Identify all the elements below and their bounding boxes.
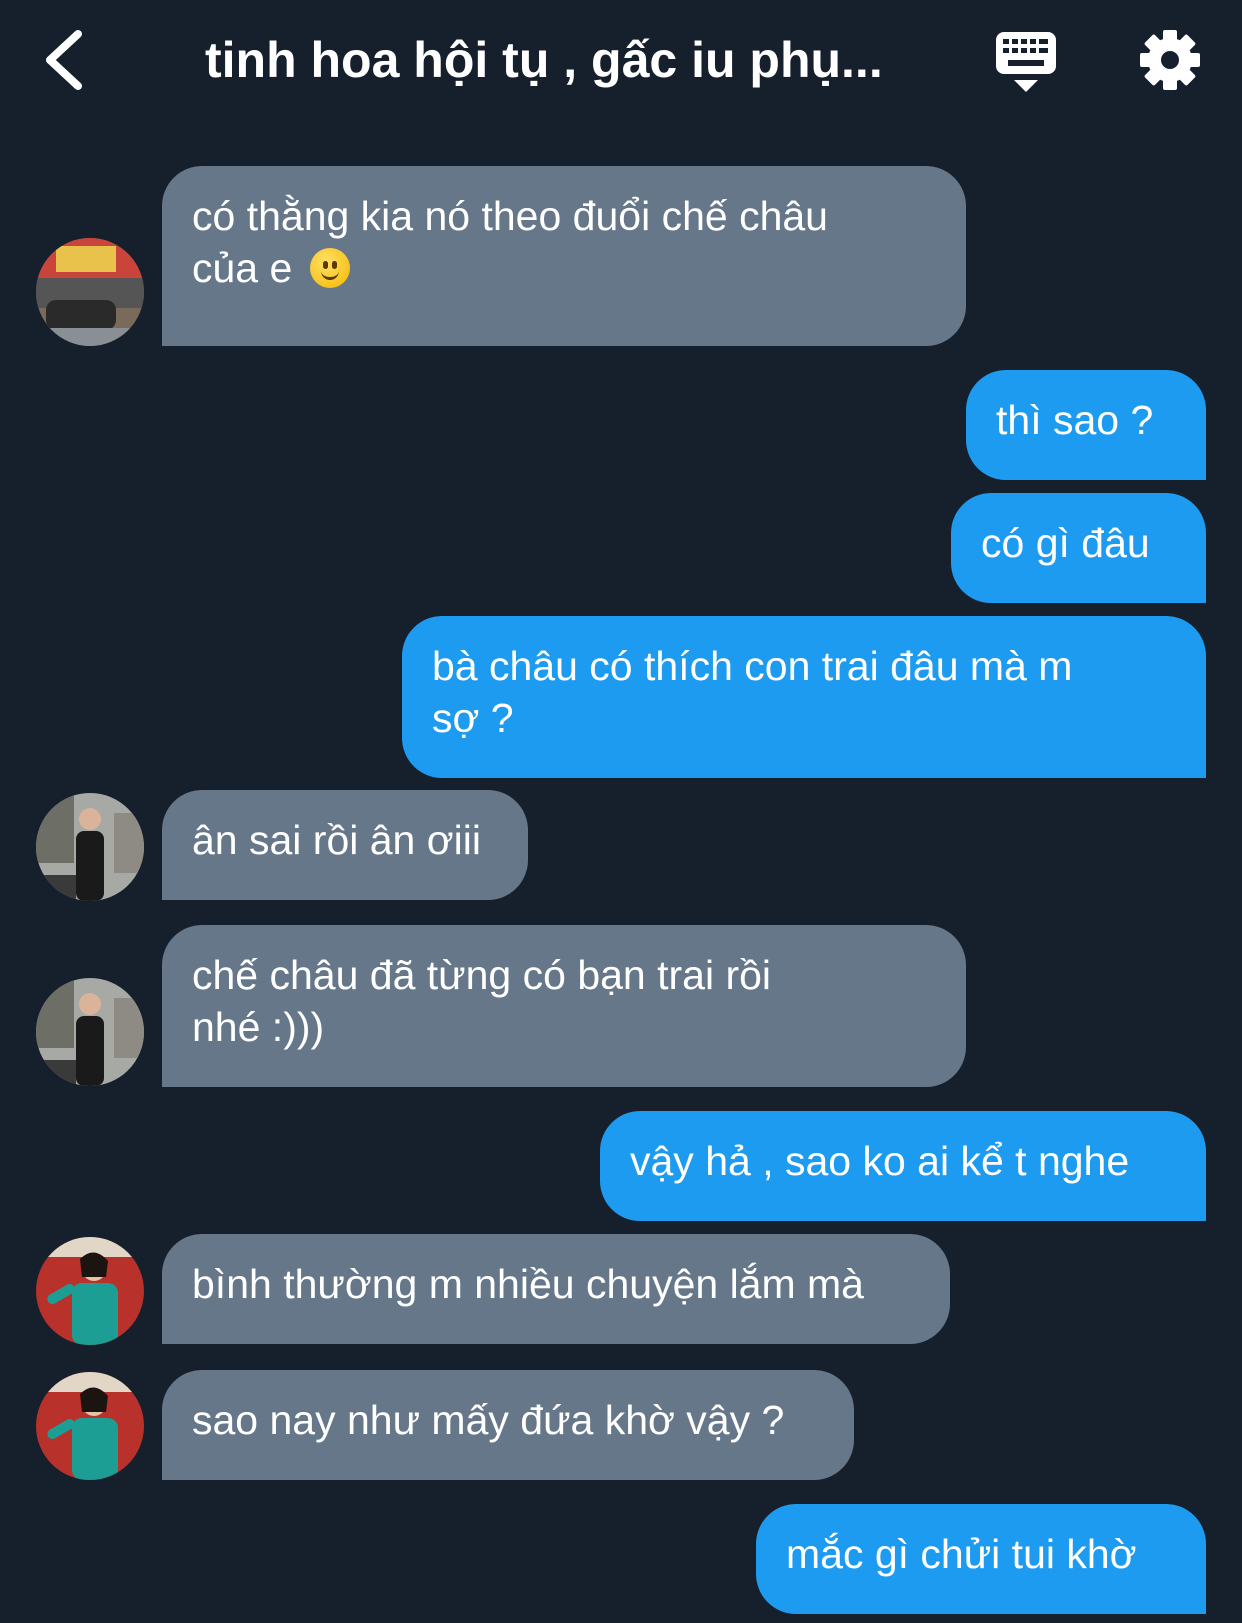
message-text-line: mắc gì chửi tui khờ [786,1531,1137,1577]
message-bubble[interactable]: mắc gì chửi tui khờ [756,1504,1206,1614]
avatar-street-photo [36,238,144,346]
avatar[interactable] [36,1372,144,1480]
keyboard-icon [996,32,1056,92]
message-bubble[interactable]: bà châu có thích con trai đâu mà m sợ ? [402,616,1206,778]
settings-button[interactable] [1138,28,1202,92]
message-bubble[interactable]: bình thường m nhiều chuyện lắm mà [162,1234,950,1344]
message-text-line: bình thường m nhiều chuyện lắm mà [192,1261,864,1307]
message-bubble[interactable]: ân sai rồi ân ơiii [162,790,528,900]
chat-title[interactable]: tinh hoa hội tụ , gấc iu phụ... [205,28,925,92]
message-text-line-2: của e [192,242,936,294]
slightly-smiling-face-icon [309,248,350,288]
keyboard-button[interactable] [994,30,1058,96]
message-bubble[interactable]: vậy hả , sao ko ai kể t nghe [600,1111,1206,1221]
message-text-line-2: sợ ? [432,695,514,741]
avatar-black-dress-photo [36,978,144,1086]
avatar[interactable] [36,238,144,346]
message-bubble[interactable]: chế châu đã từng có bạn trai rồi nhé :))… [162,925,966,1087]
message-text-line: có gì đâu [981,520,1150,566]
message-text-line: ân sai rồi ân ơiii [192,817,481,863]
avatar-teal-dress-photo [36,1237,144,1345]
avatar-black-dress-photo [36,793,144,901]
chevron-left-icon [46,30,82,90]
avatar[interactable] [36,978,144,1086]
message-bubble[interactable]: thì sao ? [966,370,1206,480]
message-text-line: bà châu có thích con trai đâu mà m [432,643,1073,689]
gear-icon [1140,30,1200,90]
avatar[interactable] [36,1237,144,1345]
avatar[interactable] [36,793,144,901]
message-text-line-2: nhé :))) [192,1004,325,1050]
message-text-line: sao nay như mấy đứa khờ vậy ? [192,1397,785,1443]
chat-header: tinh hoa hội tụ , gấc iu phụ... [0,0,1242,125]
message-bubble[interactable]: có thằng kia nó theo đuổi chế châu của e [162,166,966,346]
message-text-line: vậy hả , sao ko ai kể t nghe [630,1138,1130,1184]
message-text-line: chế châu đã từng có bạn trai rồi [192,952,772,998]
message-text-line: thì sao ? [996,397,1154,443]
message-bubble[interactable]: có gì đâu [951,493,1206,603]
message-bubble[interactable]: sao nay như mấy đứa khờ vậy ? [162,1370,854,1480]
avatar-teal-dress-photo [36,1372,144,1480]
message-text-line: có thằng kia nó theo đuổi chế châu [192,193,828,239]
back-button[interactable] [40,28,92,92]
